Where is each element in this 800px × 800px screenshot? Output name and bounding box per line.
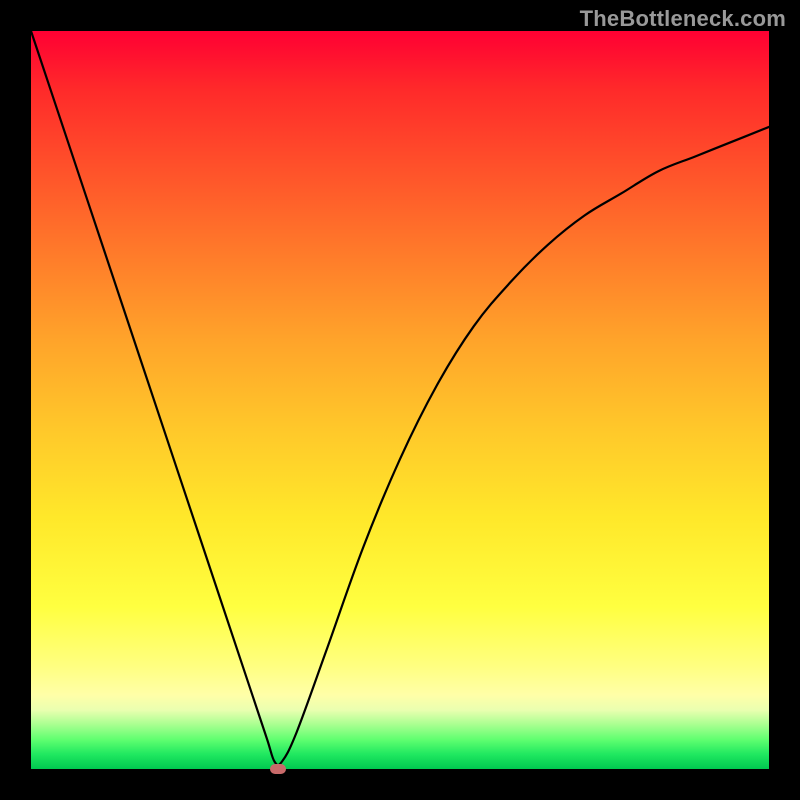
curve-svg: [31, 31, 769, 769]
watermark-label: TheBottleneck.com: [580, 6, 786, 32]
plot-area: [31, 31, 769, 769]
minimum-marker-icon: [270, 764, 286, 774]
bottleneck-curve: [31, 31, 769, 765]
chart-frame: TheBottleneck.com: [0, 0, 800, 800]
